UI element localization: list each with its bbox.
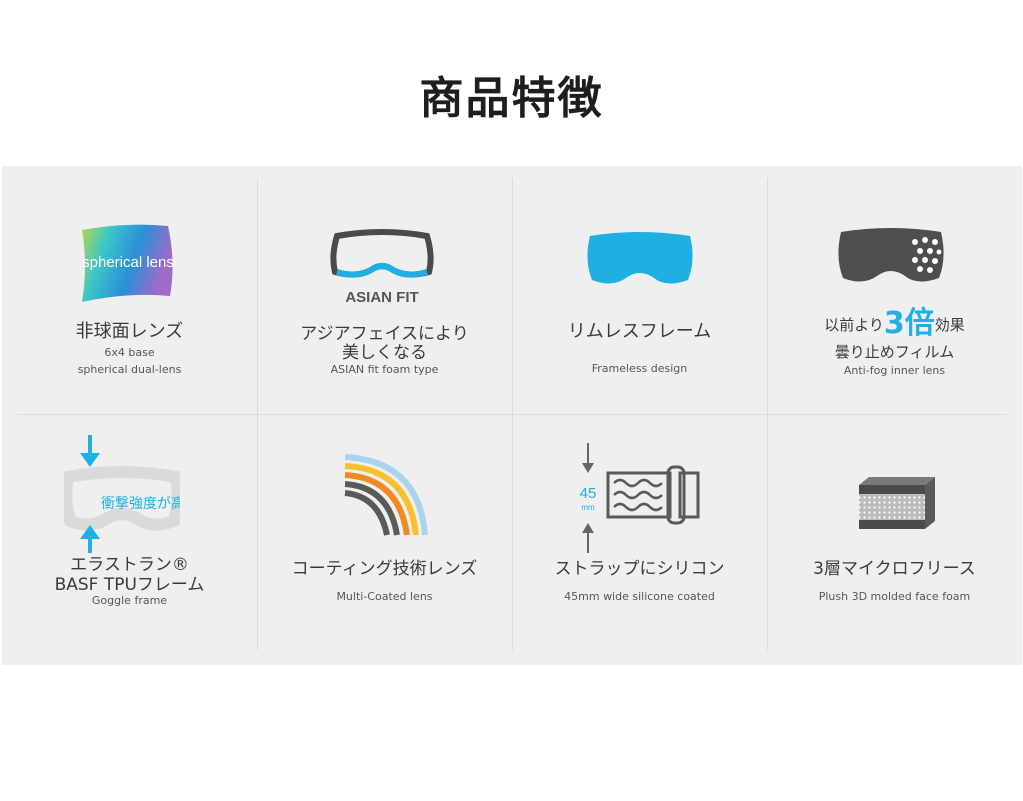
feature-silicone-strap: 45 mm ストラップにシリコン 45mm wide silicone coat… (512, 415, 767, 665)
face-foam-icon (859, 477, 935, 529)
feature-sub: Plush 3D molded face foam (818, 590, 971, 603)
feature-sub: spherical dual-lens (77, 363, 182, 376)
feature-sub: Goggle frame (91, 594, 168, 607)
page-title: 商品特徴 (419, 73, 604, 124)
feature-title: ストラップにシリコン (554, 559, 725, 579)
features-panel: spherical lens 非球面レンズ 6x4 base spherical… (2, 166, 1022, 665)
feature-sub: 6x4 base (104, 346, 155, 359)
spherical-lens-text: spherical lens (82, 254, 174, 271)
strap-width-unit: mm (581, 503, 595, 512)
feature-sub: Frameless design (591, 362, 688, 375)
title-highlight: 3倍 (883, 306, 935, 341)
feature-title: BASF TPUフレーム (54, 575, 205, 595)
feature-coating: コーティング技術レンズ Multi-Coated lens (257, 415, 512, 665)
feature-title: リムレスフレーム (567, 321, 712, 342)
silicone-strap-icon: 45 mm (580, 443, 700, 553)
feature-anti-fog: 以前より3倍効果 曇り止めフィルム Anti-fog inner lens (767, 166, 1022, 414)
feature-title: 美しくなる (342, 343, 427, 363)
frame-strength-icon: 衝撃強度が高い (64, 435, 180, 553)
feature-frame-strength: 衝撃強度が高い エラストラン® BASF TPUフレーム Goggle fram… (2, 415, 257, 665)
feature-sub: ASIAN fit foam type (330, 363, 439, 376)
feature-title: 3層マイクロフリース (813, 559, 976, 579)
strap-width-number: 45 (580, 485, 597, 502)
coating-layers-icon (344, 454, 428, 536)
feature-sub: Multi-Coated lens (336, 590, 433, 603)
title-post: 効果 (934, 316, 965, 334)
feature-sub: 45mm wide silicone coated (564, 590, 715, 603)
feature-title: 非球面レンズ (75, 321, 184, 342)
asian-fit-text: ASIAN FIT (345, 289, 418, 306)
spherical-lens-icon: spherical lens (82, 224, 174, 302)
feature-title: エラストラン® (70, 555, 189, 575)
frame-strength-text: 衝撃強度が高い (101, 495, 180, 512)
feature-title: コーティング技術レンズ (291, 559, 478, 579)
title-pre: 以前より (824, 316, 884, 334)
feature-face-foam: 3層マイクロフリース Plush 3D molded face foam (767, 415, 1022, 665)
feature-title: 以前より3倍効果 (767, 309, 1022, 339)
frameless-lens-icon (587, 232, 693, 284)
feature-asian-fit: ASIAN FIT アジアフェイスにより 美しくなる ASIAN fit foa… (257, 166, 512, 414)
feature-spherical-lens: spherical lens 非球面レンズ 6x4 base spherical… (2, 166, 257, 414)
feature-title: 曇り止めフィルム (834, 343, 955, 361)
feature-title: アジアフェイスにより (300, 324, 469, 344)
asian-fit-goggle-icon: ASIAN FIT (330, 229, 434, 306)
feature-frameless: リムレスフレーム Frameless design (512, 166, 767, 414)
anti-fog-goggle-icon (838, 228, 944, 282)
feature-sub: Anti-fog inner lens (843, 364, 946, 377)
